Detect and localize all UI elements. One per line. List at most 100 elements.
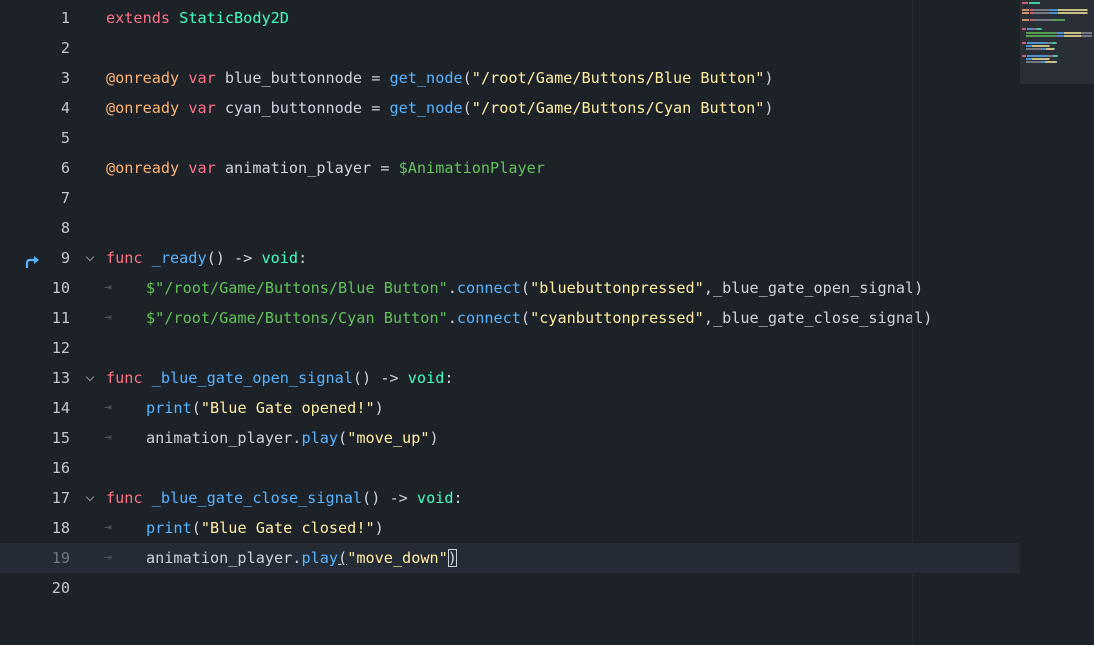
line-number[interactable]: 10	[0, 273, 70, 303]
line-number[interactable]: 5	[0, 123, 70, 153]
code-line[interactable]: 16	[0, 453, 1020, 483]
line-number[interactable]: 14	[0, 393, 70, 423]
code-text[interactable]: @onready var blue_buttonnode = get_node(…	[106, 63, 774, 93]
minimap-stroke	[1027, 41, 1047, 44]
code-token: @onready	[106, 99, 180, 117]
code-editor[interactable]: 1 extends StaticBody2D 2 3 @onready var blue…	[0, 0, 1094, 645]
code-line[interactable]: 20	[0, 573, 1020, 603]
code-line[interactable]: 15 ⇥ animation_player.play("move_up")	[0, 423, 1020, 453]
minimap-stroke	[1032, 44, 1049, 47]
code-line[interactable]: 18 ⇥ print("Blue Gate closed!")	[0, 513, 1020, 543]
code-text[interactable]: @onready var animation_player = $Animati…	[106, 153, 545, 183]
code-line[interactable]: 13 func _blue_gate_open_signal() -> void:	[0, 363, 1020, 393]
code-token: $"/root/Game/Buttons/Cyan Button"	[146, 309, 448, 327]
code-token: void	[416, 489, 454, 507]
code-text[interactable]: extends StaticBody2D	[106, 3, 289, 33]
line-number[interactable]: 13	[0, 363, 70, 393]
line-number[interactable]: 1	[0, 3, 70, 33]
code-text[interactable]: $"/root/Game/Buttons/Blue Button".connec…	[106, 273, 923, 303]
code-token: .	[447, 279, 457, 297]
connected-signal-arrow-icon[interactable]	[24, 250, 42, 268]
minimap-stroke	[1029, 2, 1040, 4]
minimap-stroke	[1050, 8, 1057, 11]
minimap-stroke	[1049, 44, 1050, 47]
minimap-stroke	[1032, 58, 1049, 61]
code-token: (	[462, 69, 472, 87]
line-number[interactable]: 6	[0, 153, 70, 183]
code-text[interactable]: func _blue_gate_open_signal() -> void:	[106, 363, 454, 393]
code-token: StaticBody2D	[179, 9, 289, 27]
code-token: "move_up"	[347, 429, 430, 447]
minimap-stroke	[1058, 8, 1087, 11]
code-line[interactable]: 3 @onready var blue_buttonnode = get_node…	[0, 63, 1020, 93]
code-line[interactable]: 19 ⇥ animation_player.play("move_down")	[0, 543, 1020, 573]
line-number[interactable]: 15	[0, 423, 70, 453]
minimap-stroke	[1033, 18, 1051, 21]
minimap-stroke	[1026, 61, 1041, 64]
line-number[interactable]: 3	[0, 63, 70, 93]
code-line[interactable]: 2	[0, 33, 1020, 63]
line-number[interactable]: 16	[0, 453, 70, 483]
code-token: void	[407, 369, 445, 387]
minimap-stroke	[1022, 8, 1029, 11]
line-number[interactable]: 11	[0, 303, 70, 333]
code-token: animation_player.	[146, 549, 302, 567]
code-token: (	[462, 99, 472, 117]
minimap-stroke	[1087, 11, 1088, 14]
minimap-stroke	[1064, 31, 1081, 34]
code-line[interactable]: 4 @onready var cyan_buttonnode = get_node…	[0, 93, 1020, 123]
line-number[interactable]: 8	[0, 213, 70, 243]
code-text[interactable]: func _ready() -> void:	[106, 243, 307, 273]
code-line[interactable]: 17 func _blue_gate_close_signal() -> void…	[0, 483, 1020, 513]
code-token: )	[764, 69, 774, 87]
code-token: extends	[106, 9, 171, 27]
code-line[interactable]: 5	[0, 123, 1020, 153]
line-number[interactable]: 4	[0, 93, 70, 123]
code-text[interactable]: animation_player.play("move_down")	[106, 543, 457, 573]
code-token: var	[188, 99, 216, 117]
code-token: () ->	[362, 489, 417, 507]
code-token: "Blue Gate opened!"	[200, 399, 375, 417]
minimap-stroke	[1027, 54, 1048, 57]
code-text[interactable]: @onready var cyan_buttonnode = get_node(…	[106, 93, 774, 123]
code-text[interactable]: print("Blue Gate closed!")	[106, 513, 384, 543]
code-token: "cyanbuttonpressed"	[530, 309, 704, 327]
code-text[interactable]: print("Blue Gate opened!")	[106, 393, 384, 423]
code-line[interactable]: 12	[0, 333, 1020, 363]
code-token: void	[261, 249, 299, 267]
code-line[interactable]: 10 ⇥ $"/root/Game/Buttons/Blue Button".con…	[0, 273, 1020, 303]
code-line[interactable]: 8	[0, 213, 1020, 243]
code-line[interactable]: 6 @onready var animation_player = $Animat…	[0, 153, 1020, 183]
line-number[interactable]: 18	[0, 513, 70, 543]
line-number[interactable]: 7	[0, 183, 70, 213]
code-line[interactable]: 9 func _ready() -> void:	[0, 243, 1020, 273]
code-line[interactable]: 14 ⇥ print("Blue Gate opened!")	[0, 393, 1020, 423]
code-token: blue_buttonnode =	[215, 69, 390, 87]
code-line[interactable]: 11 ⇥ $"/root/Game/Buttons/Cyan Button".con…	[0, 303, 1020, 333]
line-number[interactable]: 19	[0, 543, 70, 573]
code-token: animation_player =	[215, 159, 399, 177]
code-line[interactable]: 7	[0, 183, 1020, 213]
minimap-stroke	[1022, 41, 1026, 44]
code-token: .	[447, 309, 457, 327]
line-number[interactable]: 20	[0, 573, 70, 603]
fold-chevron-icon[interactable]	[84, 483, 98, 513]
fold-chevron-icon[interactable]	[84, 243, 98, 273]
code-text[interactable]: func _blue_gate_close_signal() -> void:	[106, 483, 463, 513]
code-text[interactable]: $"/root/Game/Buttons/Cyan Button".connec…	[106, 303, 932, 333]
minimap-stroke	[1022, 11, 1029, 14]
minimap[interactable]	[1020, 0, 1094, 84]
code-token: "Blue Gate closed!"	[200, 519, 375, 537]
fold-chevron-icon[interactable]	[84, 363, 98, 393]
code-token: func	[106, 369, 143, 387]
code-token: (	[191, 519, 201, 537]
code-text[interactable]: animation_player.play("move_up")	[106, 423, 439, 453]
code-token: :	[453, 489, 463, 507]
line-number[interactable]: 17	[0, 483, 70, 513]
code-token: )	[374, 519, 384, 537]
line-number[interactable]: 2	[0, 33, 70, 63]
code-line[interactable]: 1 extends StaticBody2D	[0, 3, 1020, 33]
minimap-stroke	[1081, 31, 1092, 34]
line-number[interactable]: 12	[0, 333, 70, 363]
